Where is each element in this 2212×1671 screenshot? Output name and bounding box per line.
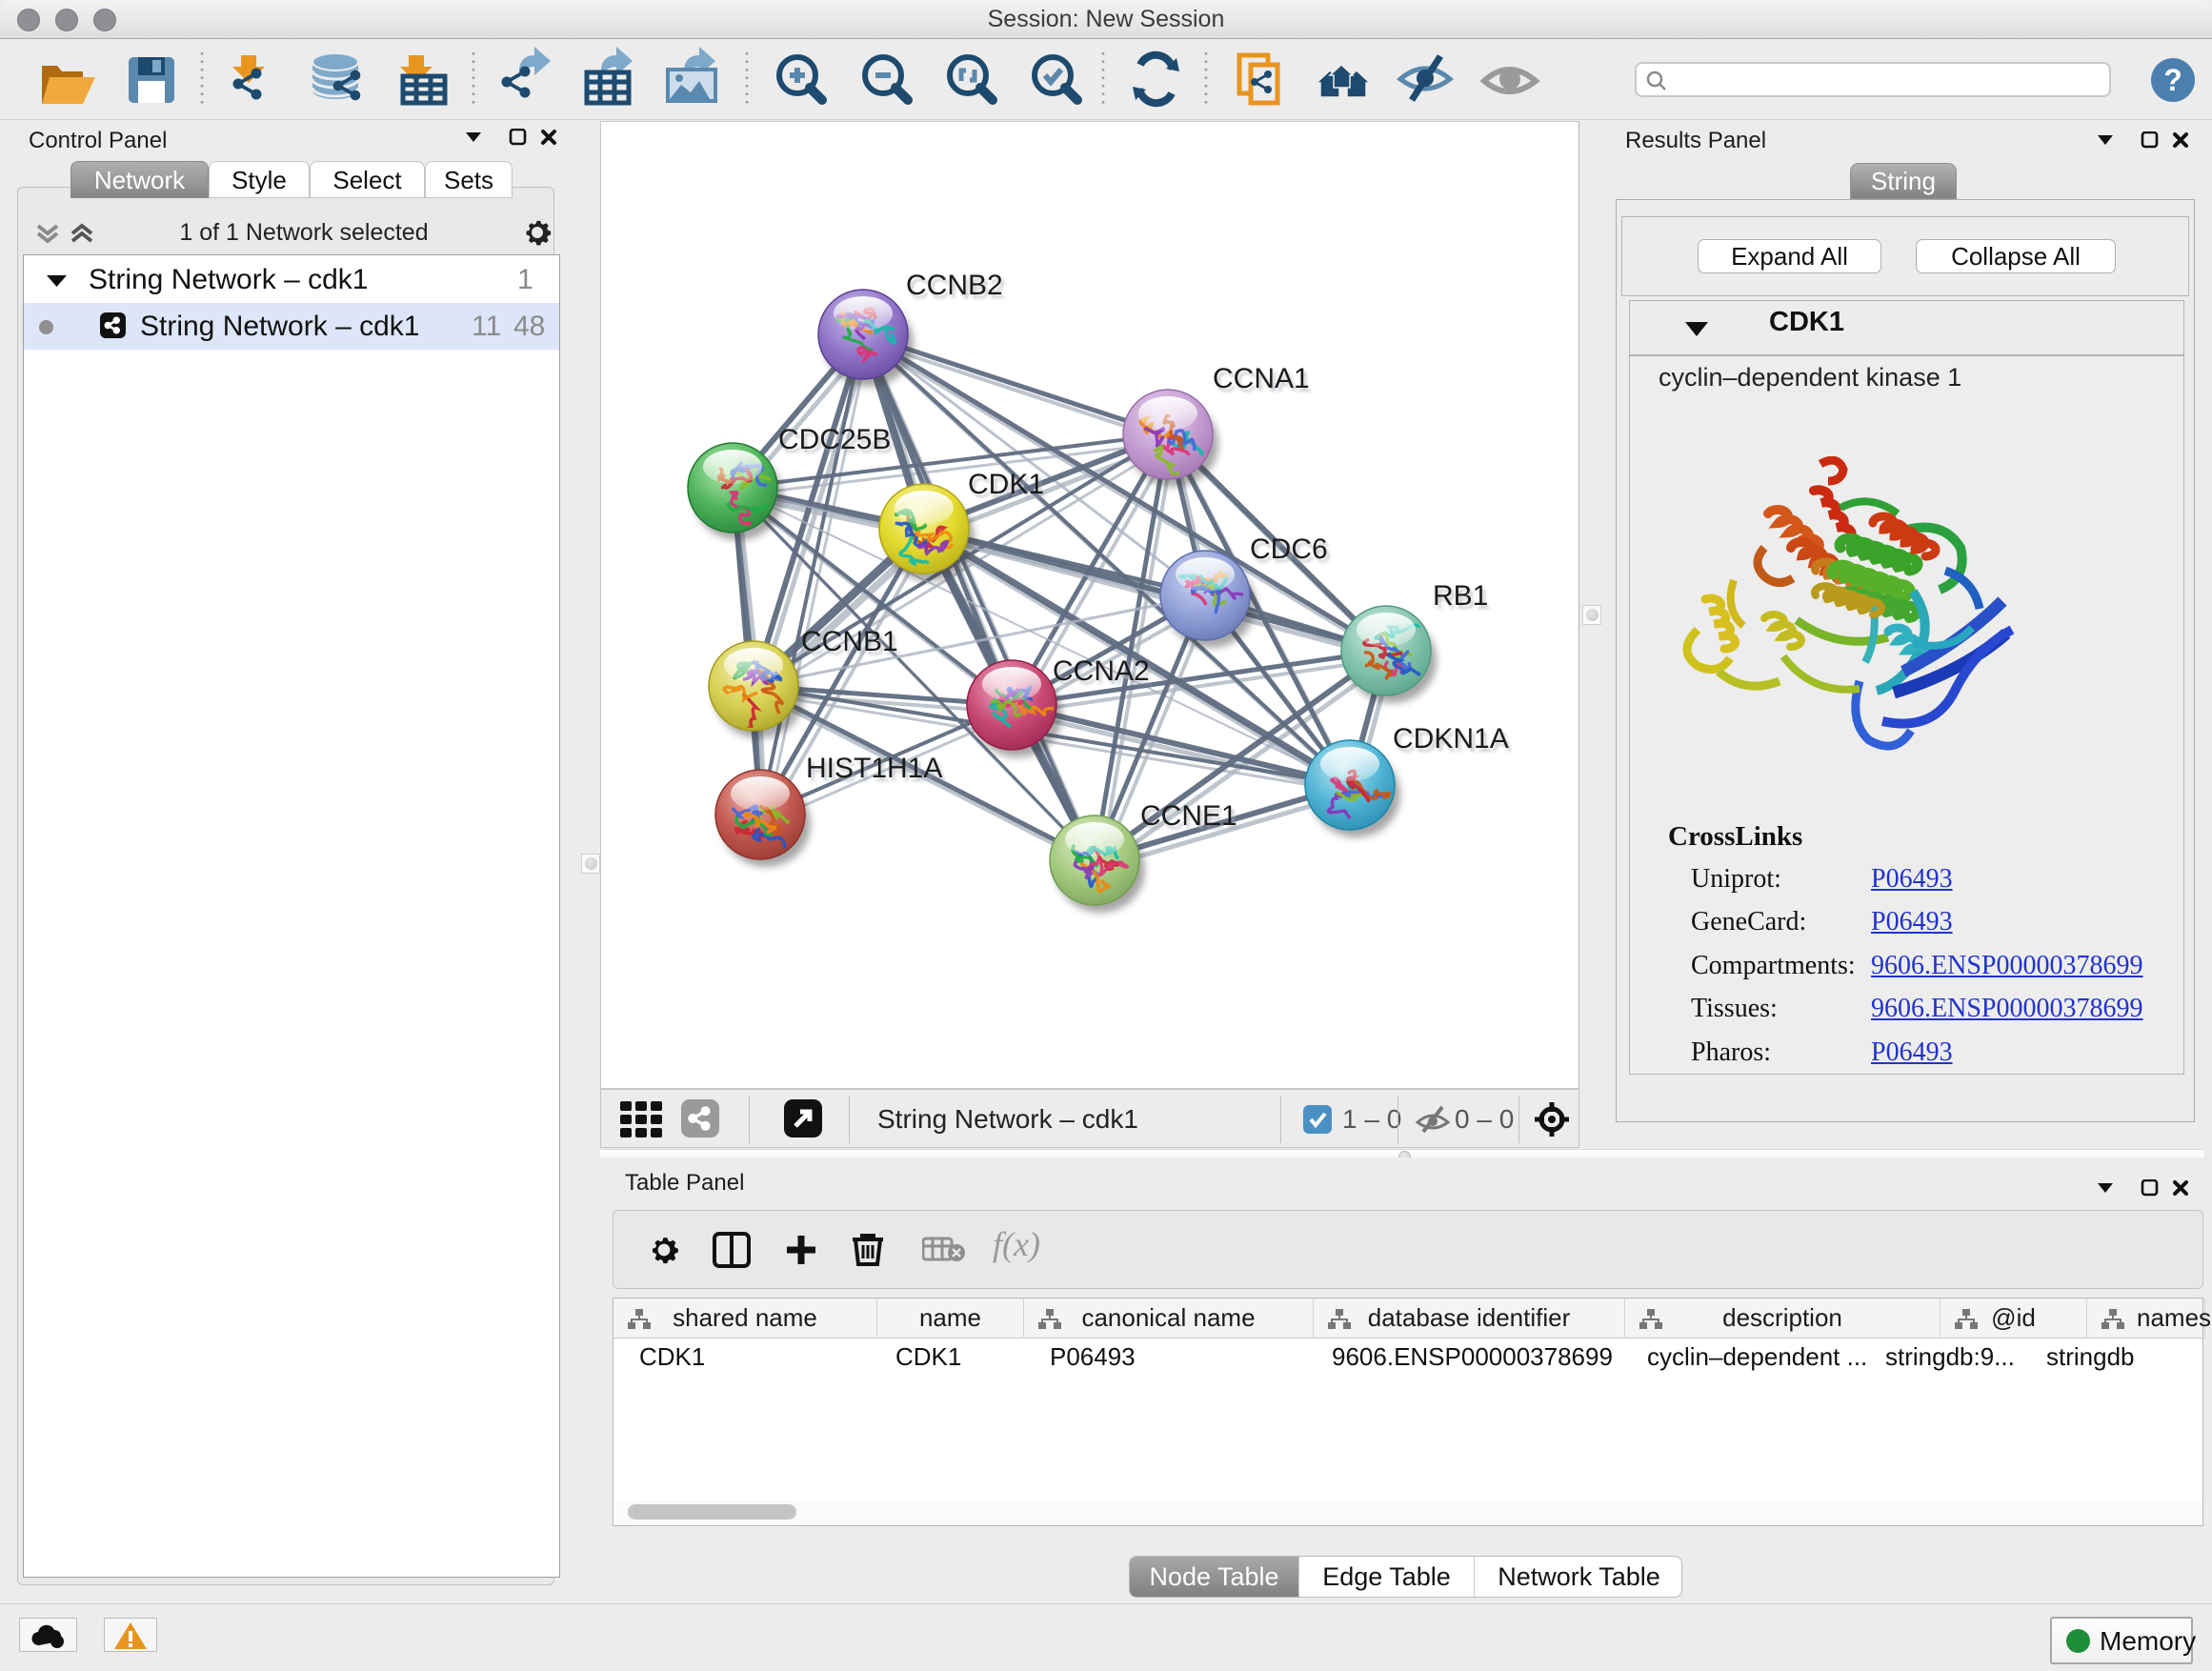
svg-text:CCNA2: CCNA2	[1053, 655, 1150, 687]
svg-text:CCNB2: CCNB2	[906, 270, 1003, 301]
svg-text:CCNA1: CCNA1	[1213, 363, 1310, 394]
svg-text:CDC6: CDC6	[1250, 534, 1328, 565]
svg-text:CCNB1: CCNB1	[801, 626, 898, 657]
svg-text:CCNE1: CCNE1	[1140, 800, 1237, 832]
svg-text:CDKN1A: CDKN1A	[1393, 723, 1509, 755]
svg-text:RB1: RB1	[1433, 580, 1488, 612]
svg-text:HIST1H1A: HIST1H1A	[806, 753, 942, 784]
svg-text:CDC25B: CDC25B	[778, 424, 891, 455]
svg-text:CDK1: CDK1	[968, 469, 1044, 500]
